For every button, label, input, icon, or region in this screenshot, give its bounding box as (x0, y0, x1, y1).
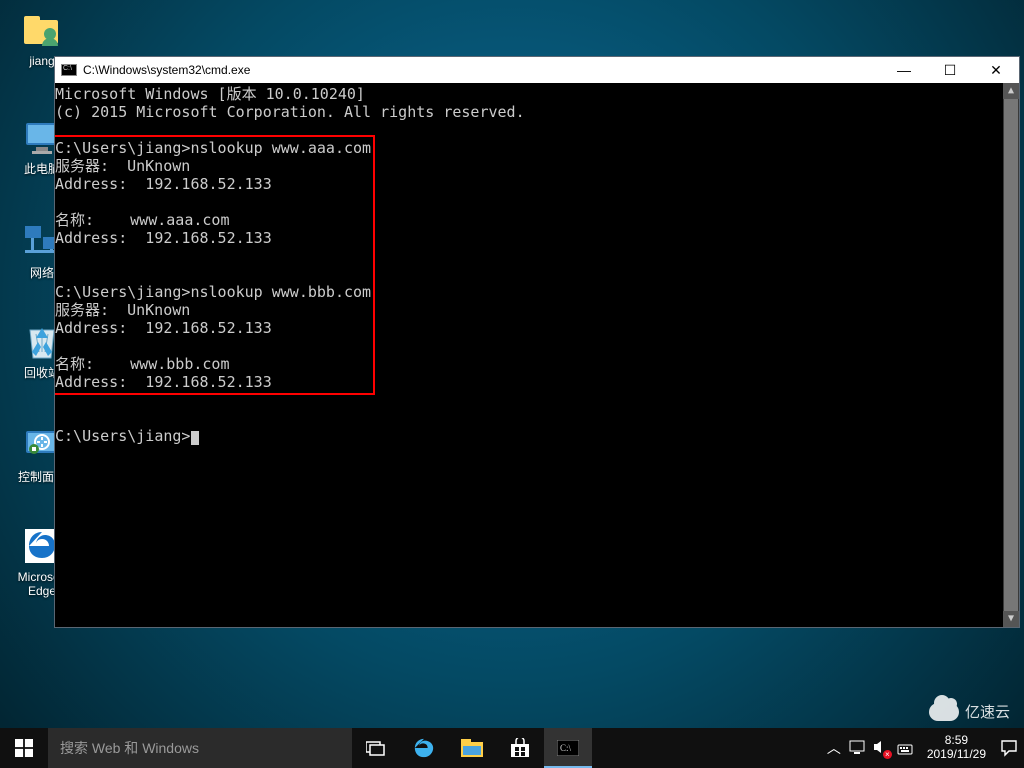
edge-icon (413, 737, 435, 759)
vertical-scrollbar[interactable]: ▲ ▼ (1003, 83, 1019, 627)
taskbar[interactable]: 搜索 Web 和 Windows C:\ ︿ (0, 728, 1024, 768)
cmd-title-text: C:\Windows\system32\cmd.exe (83, 63, 250, 77)
action-center-button[interactable] (1000, 739, 1018, 757)
minimize-button[interactable]: — (881, 57, 927, 83)
taskbar-store[interactable] (496, 728, 544, 768)
cloud-icon (929, 703, 959, 721)
cmd-output: Microsoft Windows [版本 10.0.10240] (c) 20… (55, 85, 525, 445)
cmd-titlebar[interactable]: C:\Windows\system32\cmd.exe — ☐ ✕ (55, 57, 1019, 83)
search-box[interactable]: 搜索 Web 和 Windows (48, 728, 352, 768)
scroll-thumb[interactable] (1004, 99, 1018, 621)
cmd-cursor (191, 431, 199, 445)
cmd-icon (61, 64, 77, 76)
svg-text:C:\: C:\ (560, 743, 572, 753)
store-icon (510, 738, 530, 758)
tray-volume-icon[interactable]: × (873, 740, 889, 757)
scroll-down-button[interactable]: ▼ (1003, 611, 1019, 627)
task-view-icon (366, 740, 386, 756)
search-placeholder: 搜索 Web 和 Windows (60, 738, 199, 758)
taskbar-explorer[interactable] (448, 728, 496, 768)
clock-time: 8:59 (927, 734, 986, 748)
taskbar-edge[interactable] (400, 728, 448, 768)
task-view-button[interactable] (352, 728, 400, 768)
cmd-body[interactable]: Microsoft Windows [版本 10.0.10240] (c) 20… (55, 83, 1019, 627)
close-button[interactable]: ✕ (973, 57, 1019, 83)
cmd-taskbar-icon: C:\ (557, 740, 579, 756)
start-button[interactable] (0, 728, 48, 768)
cmd-window[interactable]: C:\Windows\system32\cmd.exe — ☐ ✕ Micros… (54, 56, 1020, 628)
windows-logo-icon (15, 739, 33, 757)
scroll-up-button[interactable]: ▲ (1003, 83, 1019, 99)
taskbar-cmd[interactable]: C:\ (544, 728, 592, 768)
clock-date: 2019/11/29 (927, 748, 986, 762)
maximize-button[interactable]: ☐ (927, 57, 973, 83)
system-tray[interactable]: ︿ × 8:59 2019/11/29 (827, 728, 1024, 768)
watermark: 亿速云 (929, 701, 1010, 722)
tray-ime-icon[interactable] (897, 739, 913, 758)
tray-network-icon[interactable] (849, 740, 865, 757)
watermark-text: 亿速云 (965, 701, 1010, 722)
file-explorer-icon (461, 739, 483, 757)
tray-clock[interactable]: 8:59 2019/11/29 (921, 734, 992, 762)
user-folder-icon (22, 10, 62, 50)
tray-chevron-up-icon[interactable]: ︿ (827, 738, 841, 758)
